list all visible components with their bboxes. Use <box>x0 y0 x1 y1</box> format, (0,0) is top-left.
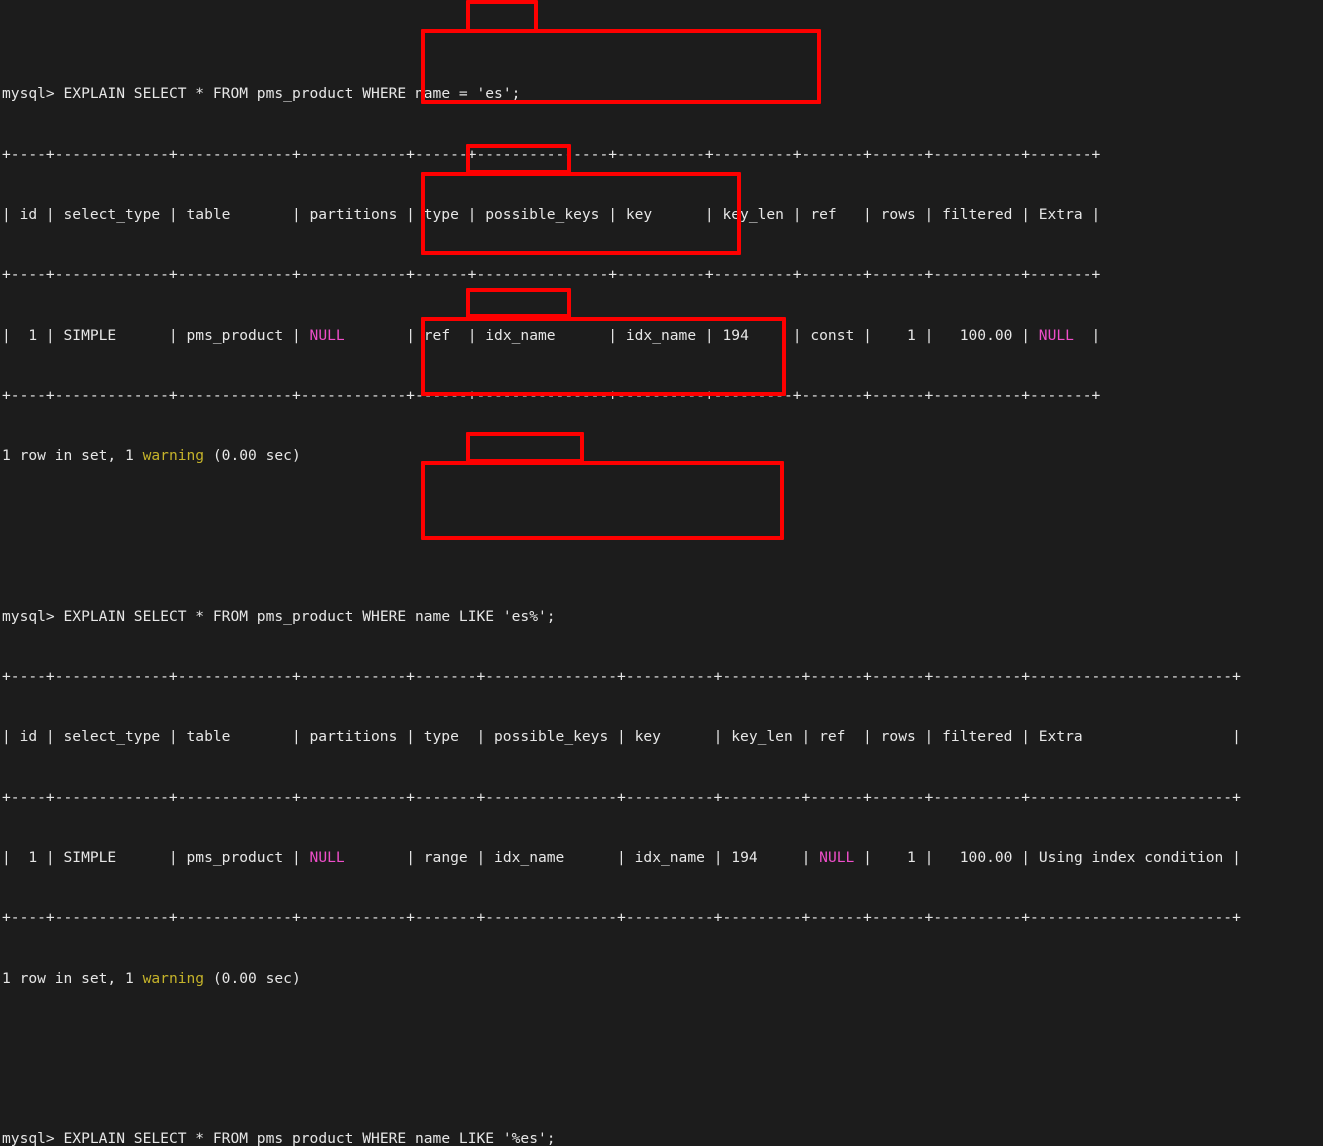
status-line-1: 1 row in set, 1 warning (0.00 sec) <box>2 446 1241 466</box>
row-pre-2: | 1 | SIMPLE | pms_product | <box>2 848 310 866</box>
header-row-1: | id | select_type | table | partitions … <box>2 205 1101 223</box>
data-row-2: | 1 | SIMPLE | pms_product | NULL | rang… <box>2 848 1241 868</box>
status-pre-1: 1 row in set, 1 <box>2 447 143 465</box>
status-warning-2: warning <box>142 969 205 987</box>
blank-1 <box>2 506 1241 526</box>
rule-bottom-2: +----+-------------+-------------+------… <box>2 909 1241 927</box>
prompt-line-3: mysql> EXPLAIN SELECT * FROM pms_product… <box>2 1129 1241 1146</box>
rule-bottom-1: +----+-------------+-------------+------… <box>2 386 1101 404</box>
rule-top-2: +----+-------------+-------------+------… <box>2 668 1241 686</box>
row-pre-1: | 1 | SIMPLE | pms_product | <box>2 326 310 344</box>
status-pre-2: 1 row in set, 1 <box>2 969 143 987</box>
row-tail-1: | <box>1073 326 1101 344</box>
blank-2 <box>2 1029 1241 1049</box>
status-warning-1: warning <box>142 447 205 465</box>
row-tail-2: | 1 | 100.00 | Using index condition | <box>854 848 1241 866</box>
status-post-1: (0.00 sec) <box>204 447 301 465</box>
query-prefix-1: EXPLAIN SELECT * FROM pms_product WHERE … <box>63 85 459 103</box>
rule-top-1: +----+-------------+-------------+------… <box>2 145 1101 163</box>
prompt-1: mysql> <box>2 85 64 103</box>
header-row-2: | id | select_type | table | partitions … <box>2 728 1241 746</box>
query-prefix-2: EXPLAIN SELECT * FROM pms_product WHERE … <box>63 607 459 625</box>
data-row-1: | 1 | SIMPLE | pms_product | NULL | ref … <box>2 326 1241 346</box>
status-post-2: (0.00 sec) <box>204 969 301 987</box>
terminal-output: mysql> EXPLAIN SELECT * FROM pms_product… <box>2 4 1241 1146</box>
query-highlight-3: LIKE '%es'; <box>458 1130 556 1146</box>
rule-mid-1: +----+-------------+-------------+------… <box>2 266 1101 284</box>
rule-mid-2: +----+-------------+-------------+------… <box>2 788 1241 806</box>
query-highlight-2: LIKE 'es%'; <box>458 607 556 625</box>
prompt-3: mysql> <box>2 1130 64 1146</box>
status-line-2: 1 row in set, 1 warning (0.00 sec) <box>2 969 1241 989</box>
query-prefix-3: EXPLAIN SELECT * FROM pms_product WHERE … <box>63 1130 459 1146</box>
cell-partitions-2: NULL <box>309 848 345 866</box>
prompt-line-2: mysql> EXPLAIN SELECT * FROM pms_product… <box>2 607 1241 627</box>
prompt-2: mysql> <box>2 607 64 625</box>
cell-extra-1: NULL <box>1038 326 1074 344</box>
cell-ref-2: NULL <box>819 848 855 866</box>
terminal-window[interactable]: mysql> EXPLAIN SELECT * FROM pms_product… <box>0 0 1323 1146</box>
query-highlight-1: = 'es'; <box>458 85 521 103</box>
row-post-2: | range | idx_name | idx_name | 194 | <box>344 848 820 866</box>
prompt-line-1: mysql> EXPLAIN SELECT * FROM pms_product… <box>2 84 1241 104</box>
row-post-1: | ref | idx_name | idx_name | 194 | cons… <box>344 326 1039 344</box>
cell-partitions-1: NULL <box>309 326 345 344</box>
